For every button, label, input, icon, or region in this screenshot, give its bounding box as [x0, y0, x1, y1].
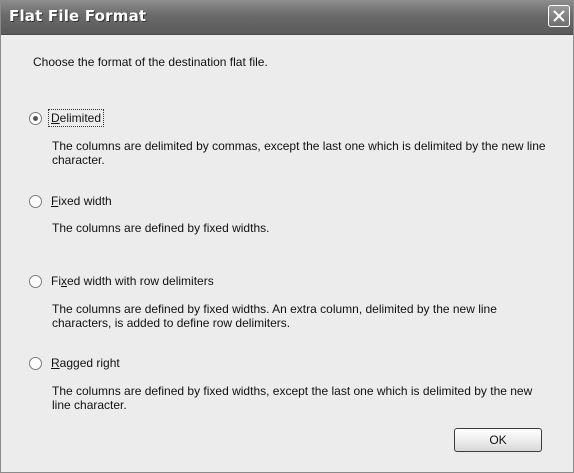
radio-button-delimited[interactable]	[29, 111, 42, 125]
close-icon	[553, 10, 565, 22]
title-bar[interactable]: Flat File Format	[1, 0, 573, 35]
radio-button-ragged-right[interactable]	[29, 356, 42, 370]
description-fixed-width: The columns are defined by fixed widths.	[52, 221, 270, 235]
dialog-body: Choose the format of the destination fla…	[1, 35, 573, 472]
label-delimited[interactable]: Delimited	[47, 109, 105, 127]
radio-delimited[interactable]: Delimited	[29, 109, 105, 127]
description-ragged-right: The columns are defined by fixed widths,…	[52, 384, 533, 412]
radio-fixed-width-row-delimiters[interactable]: Fixed width with row delimiters	[29, 273, 216, 289]
flat-file-format-dialog: Flat File Format Choose the format of th…	[0, 0, 574, 473]
label-ragged-right[interactable]: Ragged right	[49, 355, 122, 371]
label-fixed-width-row-delimiters[interactable]: Fixed width with row delimiters	[49, 273, 216, 289]
radio-ragged-right[interactable]: Ragged right	[29, 355, 122, 371]
radio-button-fixed-width[interactable]	[29, 194, 42, 208]
description-fixed-width-row-delimiters: The columns are defined by fixed widths.…	[52, 302, 497, 330]
instruction-text: Choose the format of the destination fla…	[33, 55, 268, 69]
window-title: Flat File Format	[9, 7, 147, 25]
label-fixed-width[interactable]: Fixed width	[49, 193, 114, 209]
close-button[interactable]	[548, 5, 570, 27]
radio-fixed-width[interactable]: Fixed width	[29, 193, 114, 209]
radio-button-fixed-width-row-delimiters[interactable]	[29, 274, 42, 288]
ok-button[interactable]: OK	[454, 428, 542, 452]
description-delimited: The columns are delimited by commas, exc…	[52, 139, 546, 167]
